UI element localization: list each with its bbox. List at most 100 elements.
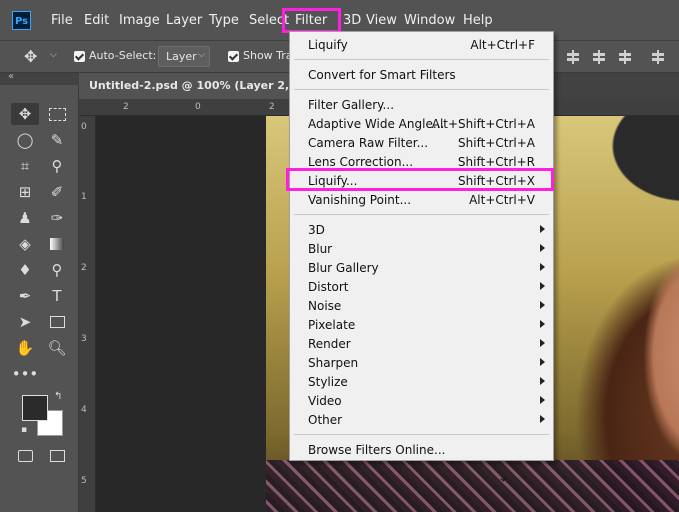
- ruler-tick: 1: [81, 192, 87, 202]
- menu-item-shortcut: Alt+Ctrl+F: [470, 38, 535, 52]
- liquify-highlight: [286, 168, 554, 191]
- submenu-arrow-icon: [540, 377, 545, 385]
- eyedropper-tool-icon[interactable]: ⚲: [43, 155, 71, 177]
- submenu-arrow-icon: [540, 358, 545, 366]
- menu-item-stylize[interactable]: Stylize: [290, 372, 553, 391]
- submenu-arrow-icon: [540, 282, 545, 290]
- chevron-down-icon[interactable]: ⌵: [50, 50, 57, 60]
- photoshop-logo: Ps: [12, 11, 31, 30]
- menu-item-label: Convert for Smart Filters: [308, 68, 456, 82]
- auto-select-label: Auto-Select:: [89, 49, 157, 62]
- menu-item-label: Other: [308, 413, 343, 427]
- hand-tool-icon[interactable]: ✋: [11, 337, 39, 359]
- menu-item-vanishing-point[interactable]: Vanishing Point... Alt+Ctrl+V: [290, 190, 553, 209]
- menu-item-label: Pixelate: [308, 318, 356, 332]
- dodge-tool-icon[interactable]: ⚲: [43, 259, 71, 281]
- menu-item-shortcut: Alt+Ctrl+V: [469, 193, 535, 207]
- panel-collapse-strip[interactable]: «: [0, 71, 79, 85]
- menu-item-shortcut: Shift+Ctrl+R: [457, 155, 535, 169]
- menu-type[interactable]: Type: [209, 13, 239, 28]
- blur-tool-icon[interactable]: ♦: [11, 259, 39, 281]
- distribute-icon[interactable]: [651, 50, 665, 64]
- crop-tool-icon[interactable]: ⌗: [11, 155, 39, 177]
- menu-item-3d[interactable]: 3D: [290, 220, 553, 239]
- menu-item-noise[interactable]: Noise: [290, 296, 553, 315]
- eraser-tool-icon[interactable]: ◈: [11, 233, 39, 255]
- submenu-arrow-icon: [540, 301, 545, 309]
- menu-edit[interactable]: Edit: [84, 13, 109, 28]
- align-left-icon[interactable]: [566, 50, 580, 64]
- menu-separator: [294, 89, 549, 90]
- show-transform-checkbox[interactable]: [228, 51, 239, 62]
- rectangle-tool-icon[interactable]: [43, 311, 71, 333]
- move-tool-icon[interactable]: ✥: [11, 103, 39, 125]
- menu-item-label: Filter Gallery...: [308, 98, 395, 112]
- menu-item-blur[interactable]: Blur: [290, 239, 553, 258]
- menu-item-label: Render: [308, 337, 351, 351]
- auto-select-dropdown[interactable]: Layer ⌵: [158, 46, 210, 67]
- menu-item-distort[interactable]: Distort: [290, 277, 553, 296]
- screen-mode-icon[interactable]: [43, 445, 71, 467]
- menu-item-blur-gallery[interactable]: Blur Gallery: [290, 258, 553, 277]
- menu-item-render[interactable]: Render: [290, 334, 553, 353]
- align-center-icon[interactable]: [592, 50, 606, 64]
- more-tools-icon[interactable]: •••: [11, 363, 39, 385]
- ruler-tick: 4: [81, 405, 87, 415]
- stamp-tool-icon[interactable]: ♟: [11, 207, 39, 229]
- ruler-vertical: 0 1 2 3 4 5: [79, 116, 96, 512]
- type-tool-icon[interactable]: T: [43, 285, 71, 307]
- submenu-arrow-icon: [540, 339, 545, 347]
- menu-item-camera-raw[interactable]: Camera Raw Filter... Shift+Ctrl+A: [290, 133, 553, 152]
- quick-mask-icon[interactable]: [11, 445, 39, 467]
- menu-3d[interactable]: 3D: [343, 13, 361, 28]
- menu-window[interactable]: Window: [404, 13, 455, 28]
- menu-item-label: Liquify: [308, 38, 348, 52]
- menu-item-adaptive-wide-angle[interactable]: Adaptive Wide Angle... Alt+Shift+Ctrl+A: [290, 114, 553, 133]
- menu-image[interactable]: Image: [119, 13, 160, 28]
- menu-item-label: 3D: [308, 223, 325, 237]
- crosshair-cursor-icon: ⌖: [500, 472, 507, 486]
- zoom-tool-icon[interactable]: 🔍︎: [43, 337, 71, 359]
- auto-select-checkbox[interactable]: [74, 51, 85, 62]
- swap-colors-icon[interactable]: ↰: [54, 391, 62, 402]
- align-right-icon[interactable]: [618, 50, 632, 64]
- menu-item-other[interactable]: Other: [290, 410, 553, 429]
- submenu-arrow-icon: [540, 225, 545, 233]
- path-select-tool-icon[interactable]: ➤: [11, 311, 39, 333]
- default-colors-icon[interactable]: ▪: [21, 425, 27, 435]
- history-brush-tool-icon[interactable]: ✑: [43, 207, 71, 229]
- quick-select-tool-icon[interactable]: ✎: [43, 129, 71, 151]
- menu-item-label: Blur: [308, 242, 333, 256]
- gradient-tool-icon[interactable]: [43, 233, 71, 255]
- submenu-arrow-icon: [540, 320, 545, 328]
- menu-help[interactable]: Help: [463, 13, 493, 28]
- filter-dropdown-menu: Liquify Alt+Ctrl+F Convert for Smart Fil…: [289, 31, 554, 461]
- menu-item-browse-filters-online[interactable]: Browse Filters Online...: [290, 440, 553, 459]
- menu-separator: [294, 59, 549, 60]
- menu-separator: [294, 214, 549, 215]
- lasso-tool-icon[interactable]: ◯: [11, 129, 39, 151]
- menu-file[interactable]: File: [51, 13, 73, 28]
- menu-item-sharpen[interactable]: Sharpen: [290, 353, 553, 372]
- menu-item-pixelate[interactable]: Pixelate: [290, 315, 553, 334]
- healing-tool-icon[interactable]: ⊞: [11, 181, 39, 203]
- marquee-tool-icon[interactable]: [43, 103, 71, 125]
- filter-menu-highlight: [282, 8, 341, 33]
- menu-item-convert-smart-filters[interactable]: Convert for Smart Filters: [290, 65, 553, 84]
- pen-tool-icon[interactable]: ✒: [11, 285, 39, 307]
- menu-item-label: Stylize: [308, 375, 348, 389]
- brush-tool-icon[interactable]: ✐: [43, 181, 71, 203]
- menu-item-label: Vanishing Point...: [308, 193, 412, 207]
- ruler-tick: 0: [195, 102, 201, 112]
- menu-item-last-filter[interactable]: Liquify Alt+Ctrl+F: [290, 35, 553, 54]
- document-tab[interactable]: Untitled-2.psd @ 100% (Layer 2, RGB/8: [79, 73, 331, 99]
- menu-item-filter-gallery[interactable]: Filter Gallery...: [290, 95, 553, 114]
- chevron-down-icon: ⌵: [198, 50, 205, 60]
- collapse-icon[interactable]: «: [8, 71, 14, 82]
- menu-item-video[interactable]: Video: [290, 391, 553, 410]
- foreground-color-swatch[interactable]: [22, 395, 48, 421]
- menu-layer[interactable]: Layer: [166, 13, 202, 28]
- move-tool-icon[interactable]: ✥: [24, 47, 37, 66]
- menu-view[interactable]: View: [366, 13, 397, 28]
- ruler-tick: 2: [269, 102, 275, 112]
